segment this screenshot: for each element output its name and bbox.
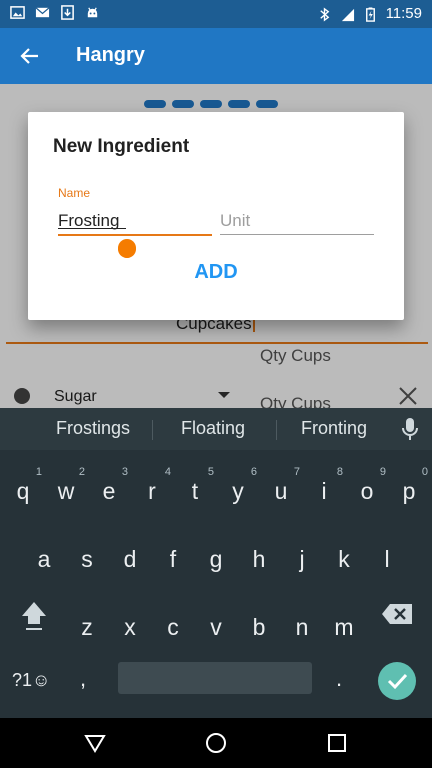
key-o[interactable]: 9o [346, 464, 388, 518]
symbols-key[interactable]: ?1☺ [12, 670, 50, 691]
status-bar: 11:59 [0, 0, 432, 28]
key-s[interactable]: s [66, 532, 108, 586]
suggestion-divider [152, 420, 153, 440]
lte-signal-icon [341, 8, 354, 21]
system-nav-bar [0, 718, 432, 768]
space-bar[interactable] [118, 662, 312, 694]
suggestion-item[interactable]: Fronting [301, 418, 367, 439]
backspace-icon[interactable] [380, 602, 414, 626]
new-ingredient-dialog: New Ingredient Name ADD [28, 112, 404, 320]
text-cursor-handle[interactable] [116, 236, 138, 258]
key-i[interactable]: 8i [303, 464, 345, 518]
key-t[interactable]: 5t [174, 464, 216, 518]
bluetooth-icon [319, 6, 329, 22]
soft-keyboard: Frostings Floating Fronting 1q 2w 3e 4r … [0, 408, 432, 718]
name-field-label: Name [58, 186, 91, 200]
checkmark-icon [387, 673, 408, 690]
key-j[interactable]: j [281, 532, 323, 586]
comma-key[interactable]: , [80, 666, 86, 692]
key-d[interactable]: d [109, 532, 151, 586]
key-w[interactable]: 2w [45, 464, 87, 518]
back-triangle-icon[interactable] [84, 732, 106, 754]
key-q[interactable]: 1q [2, 464, 44, 518]
name-input[interactable] [58, 208, 212, 234]
home-circle-icon[interactable] [205, 732, 227, 754]
suggestion-item[interactable]: Floating [181, 418, 245, 439]
spellcheck-underline [58, 228, 126, 229]
arrow-back-icon[interactable] [18, 44, 42, 68]
key-a[interactable]: a [23, 532, 65, 586]
key-n[interactable]: n [281, 600, 323, 654]
shift-icon[interactable] [14, 598, 54, 634]
key-p[interactable]: 0p [388, 464, 430, 518]
app-bar: Hangry [0, 28, 432, 84]
download-icon [61, 5, 74, 20]
image-icon [10, 6, 25, 19]
key-m[interactable]: m [323, 600, 365, 654]
key-z[interactable]: z [66, 600, 108, 654]
key-c[interactable]: c [152, 600, 194, 654]
suggestion-strip: Frostings Floating Fronting [0, 408, 432, 450]
key-x[interactable]: x [109, 600, 151, 654]
key-y[interactable]: 6y [217, 464, 259, 518]
add-button[interactable]: ADD [172, 254, 260, 290]
unit-input[interactable] [220, 208, 374, 234]
suggestion-divider [276, 420, 277, 440]
battery-icon [365, 6, 375, 22]
suggestion-item[interactable]: Frostings [56, 418, 130, 439]
key-f[interactable]: f [152, 532, 194, 586]
android-icon [87, 7, 98, 18]
enter-key[interactable] [378, 662, 416, 700]
dialog-title: New Ingredient [53, 136, 190, 157]
mail-icon [35, 7, 50, 18]
key-v[interactable]: v [195, 600, 237, 654]
key-e[interactable]: 3e [88, 464, 130, 518]
status-time: 11:59 [385, 5, 422, 22]
period-key[interactable]: . [336, 666, 342, 692]
microphone-icon[interactable] [400, 416, 420, 442]
key-l[interactable]: l [366, 532, 408, 586]
key-r[interactable]: 4r [131, 464, 173, 518]
unit-input-underline [220, 234, 374, 235]
key-g[interactable]: g [195, 532, 237, 586]
key-b[interactable]: b [238, 600, 280, 654]
key-h[interactable]: h [238, 532, 280, 586]
app-title: Hangry [76, 44, 145, 66]
recents-square-icon[interactable] [326, 732, 348, 754]
key-k[interactable]: k [323, 532, 365, 586]
key-u[interactable]: 7u [260, 464, 302, 518]
